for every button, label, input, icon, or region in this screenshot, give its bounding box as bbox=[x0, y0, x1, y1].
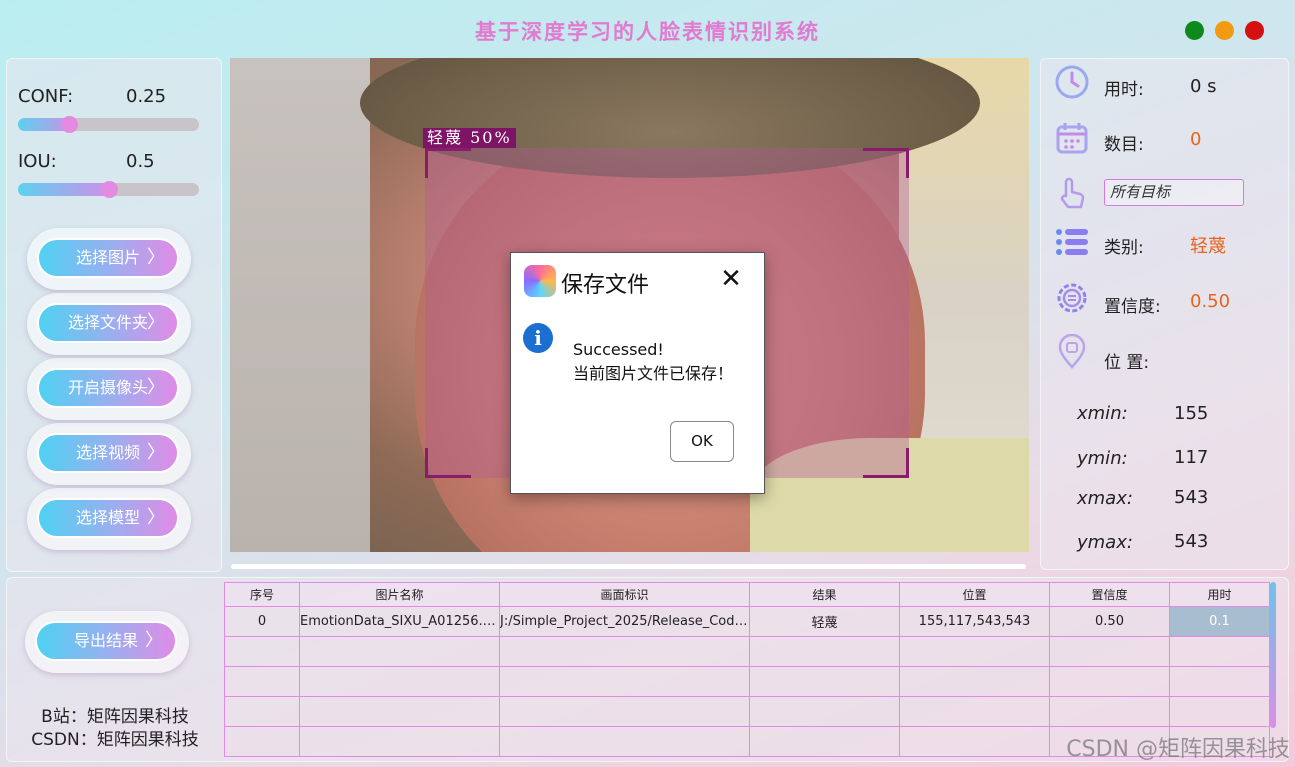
xmin-value: 155 bbox=[1174, 403, 1209, 424]
select-folder-label: 选择文件夹 bbox=[67, 313, 148, 332]
iou-slider[interactable] bbox=[18, 181, 199, 198]
dialog-close-button[interactable]: ✕ bbox=[717, 265, 745, 293]
header-position[interactable]: 位置 bbox=[899, 582, 1050, 607]
minimize-button[interactable] bbox=[1185, 21, 1204, 40]
table-row-empty[interactable] bbox=[224, 696, 1270, 727]
iou-value: 0.5 bbox=[126, 151, 155, 172]
cell-index[interactable]: 0 bbox=[224, 606, 300, 637]
open-camera-button-frame: 开启摄像头〉 bbox=[27, 358, 191, 420]
calendar-icon bbox=[1056, 123, 1088, 154]
save-file-dialog: 保存文件 ✕ i Successed! 当前图片文件已保存！ OK bbox=[510, 252, 765, 494]
chevron-right-icon: 〉 bbox=[147, 377, 165, 398]
iou-label: IOU: bbox=[18, 151, 57, 172]
cell-frame-id[interactable]: J:/Simple_Project_2025/Release_Code... bbox=[499, 606, 750, 637]
select-model-button[interactable]: 选择模型〉 bbox=[37, 498, 179, 538]
table-scrollbar[interactable] bbox=[1270, 582, 1276, 728]
app-logo-icon bbox=[524, 265, 556, 297]
ymax-label: ymax: bbox=[1077, 532, 1133, 553]
cell-image-name[interactable]: EmotionData_SIXU_A01256.jpg bbox=[299, 606, 500, 637]
header-frame-id[interactable]: 画面标识 bbox=[499, 582, 750, 607]
class-value: 轻蔑 bbox=[1190, 236, 1226, 257]
list-icon bbox=[1056, 229, 1088, 255]
gear-icon bbox=[1057, 283, 1087, 313]
app-title: 基于深度学习的人脸表情识别系统 bbox=[475, 19, 820, 44]
table-row-empty[interactable] bbox=[224, 666, 1270, 697]
time-label: 用时: bbox=[1104, 80, 1144, 100]
header-time[interactable]: 用时 bbox=[1169, 582, 1270, 607]
dialog-ok-button[interactable]: OK bbox=[670, 421, 734, 462]
dialog-title: 保存文件 bbox=[561, 273, 650, 298]
header-result[interactable]: 结果 bbox=[749, 582, 900, 607]
select-model-label: 选择模型 bbox=[75, 508, 140, 527]
iou-slider-handle[interactable] bbox=[101, 181, 118, 198]
bilibili-credit: B站：矩阵因果科技 bbox=[41, 707, 189, 727]
confidence-value: 0.50 bbox=[1190, 291, 1231, 312]
close-window-button[interactable] bbox=[1245, 21, 1264, 40]
pointer-hand-icon bbox=[1060, 177, 1085, 209]
class-label: 类别: bbox=[1104, 238, 1144, 258]
chevron-right-icon: 〉 bbox=[147, 312, 165, 333]
conf-value: 0.25 bbox=[126, 86, 167, 107]
detection-corner-bl bbox=[425, 448, 471, 478]
watermark: CSDN @矩阵因果科技 bbox=[1066, 737, 1290, 762]
header-image-name[interactable]: 图片名称 bbox=[299, 582, 500, 607]
chevron-right-icon: 〉 bbox=[147, 247, 165, 268]
chevron-right-icon: 〉 bbox=[147, 507, 165, 528]
table-row[interactable]: 0 EmotionData_SIXU_A01256.jpg J:/Simple_… bbox=[224, 606, 1270, 637]
dialog-message-detail: 当前图片文件已保存！ bbox=[573, 364, 734, 383]
conf-slider[interactable] bbox=[18, 116, 199, 133]
position-label: 位 置: bbox=[1104, 353, 1150, 373]
header-index[interactable]: 序号 bbox=[224, 582, 300, 607]
cell-time[interactable]: 0.1 bbox=[1169, 606, 1270, 637]
open-camera-button[interactable]: 开启摄像头〉 bbox=[37, 368, 179, 408]
conf-label: CONF: bbox=[18, 86, 74, 107]
header-confidence[interactable]: 置信度 bbox=[1049, 582, 1170, 607]
cell-result[interactable]: 轻蔑 bbox=[749, 606, 900, 637]
export-results-button[interactable]: 导出结果〉 bbox=[35, 621, 177, 661]
table-row-empty[interactable] bbox=[224, 636, 1270, 667]
select-video-label: 选择视频 bbox=[75, 443, 140, 462]
select-folder-button[interactable]: 选择文件夹〉 bbox=[37, 303, 179, 343]
table-header-row: 序号 图片名称 画面标识 结果 位置 置信度 用时 bbox=[224, 582, 1270, 607]
select-model-button-frame: 选择模型〉 bbox=[27, 488, 191, 550]
dialog-message-status: Successed! bbox=[573, 340, 664, 359]
cell-position[interactable]: 155,117,543,543 bbox=[899, 606, 1050, 637]
info-icon: i bbox=[523, 323, 553, 353]
maximize-button[interactable] bbox=[1215, 21, 1234, 40]
detection-label: 轻蔑 50% bbox=[423, 128, 516, 148]
ymin-label: ymin: bbox=[1077, 448, 1128, 469]
ymax-value: 543 bbox=[1174, 531, 1209, 552]
cell-confidence[interactable]: 0.50 bbox=[1049, 606, 1170, 637]
select-video-button-frame: 选择视频〉 bbox=[27, 423, 191, 485]
xmax-label: xmax: bbox=[1077, 488, 1133, 509]
xmax-value: 543 bbox=[1174, 487, 1209, 508]
confidence-label: 置信度: bbox=[1104, 297, 1161, 317]
open-camera-label: 开启摄像头 bbox=[67, 378, 148, 397]
clock-icon bbox=[1055, 65, 1089, 99]
select-image-button[interactable]: 选择图片〉 bbox=[37, 238, 179, 278]
detection-corner-tr bbox=[863, 148, 909, 178]
chevron-right-icon: 〉 bbox=[145, 630, 163, 651]
csdn-credit: CSDN：矩阵因果科技 bbox=[31, 730, 199, 750]
export-label: 导出结果 bbox=[73, 631, 138, 650]
xmin-label: xmin: bbox=[1077, 403, 1128, 424]
select-image-label: 选择图片 bbox=[75, 248, 140, 267]
ymin-value: 117 bbox=[1174, 447, 1209, 468]
image-background-left bbox=[230, 58, 370, 552]
count-label: 数目: bbox=[1104, 135, 1144, 155]
export-button-frame: 导出结果〉 bbox=[25, 611, 189, 673]
detection-corner-tl bbox=[425, 148, 471, 178]
time-value: 0 s bbox=[1190, 76, 1217, 97]
count-value: 0 bbox=[1190, 129, 1202, 150]
select-video-button[interactable]: 选择视频〉 bbox=[37, 433, 179, 473]
chevron-right-icon: 〉 bbox=[147, 442, 165, 463]
detection-corner-br bbox=[863, 448, 909, 478]
target-select[interactable]: 所有目标 bbox=[1104, 179, 1244, 206]
conf-slider-handle[interactable] bbox=[61, 116, 78, 133]
select-folder-button-frame: 选择文件夹〉 bbox=[27, 293, 191, 355]
select-image-button-frame: 选择图片〉 bbox=[27, 228, 191, 290]
location-pin-icon bbox=[1058, 334, 1086, 369]
progress-bar bbox=[231, 564, 1026, 569]
